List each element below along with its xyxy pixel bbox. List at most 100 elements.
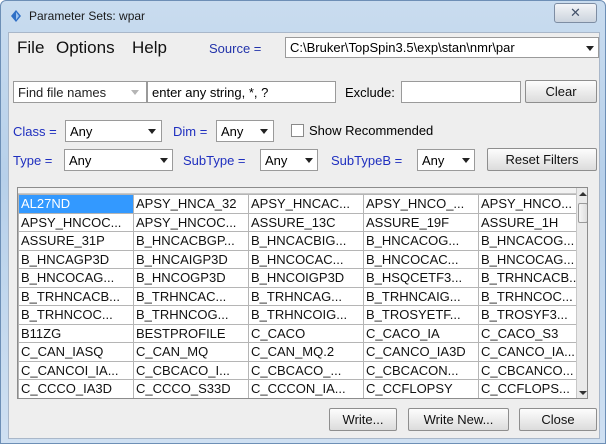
table-row[interactable]: B_TRHNCOC... B_TRHNCOG... B_TRHNCOIG... B_T… — [18, 305, 587, 325]
table-cell[interactable]: B_HNCAIGP3D — [133, 249, 249, 269]
window-close-button[interactable]: ✕ — [554, 3, 597, 23]
vertical-scrollbar[interactable] — [576, 188, 587, 398]
table-row[interactable]: ASSURE_31P B_HNCACBGP... B_HNCACBIG... B_HN… — [18, 231, 587, 251]
table-row[interactable]: C_CAN_IASQ C_CAN_MQ C_CAN_MQ.2 C_CANCO_IA3D… — [18, 342, 587, 362]
scroll-down-icon[interactable] — [579, 391, 587, 395]
subtypeb-select[interactable]: Any — [417, 149, 475, 171]
table-cell[interactable]: BESTPROFILE — [133, 323, 249, 343]
table-cell[interactable]: ASSURE_13C — [248, 212, 364, 232]
menu-bar: File Options Help Source = C:\Bruker\Top… — [9, 33, 599, 60]
close-button[interactable]: Close — [519, 408, 597, 431]
table-cell[interactable]: C_CCCON_IA... — [248, 379, 364, 398]
table-cell[interactable]: B_TROSYF3... — [478, 305, 587, 325]
table-cell[interactable]: C_CBCACO_I... — [133, 360, 249, 380]
table-cell[interactable]: B_TRHNCOIG... — [248, 305, 364, 325]
table-cell[interactable]: ASSURE_31P — [18, 231, 134, 251]
table-cell[interactable]: B_HSQCETF3... — [363, 268, 479, 288]
table-cell[interactable]: APSY_HNCO_... — [363, 194, 479, 214]
table-cell[interactable]: C_CAN_MQ — [133, 342, 249, 362]
table-cell[interactable]: B_HNCACBGP... — [133, 231, 249, 251]
table-cell[interactable]: B_TRHNCOC... — [18, 305, 134, 325]
table-cell[interactable]: C_CACO_S3 — [478, 323, 587, 343]
show-recommended-label: Show Recommended — [309, 123, 434, 138]
source-label: Source = — [209, 41, 262, 56]
table-cell[interactable]: C_CANCO_IA3D — [363, 342, 479, 362]
dim-select[interactable]: Any — [216, 120, 274, 142]
close-icon: ✕ — [570, 5, 581, 20]
table-row[interactable]: B_HNCOCAG... B_HNCOGP3D B_HNCOIGP3D B_HSQCE… — [18, 268, 587, 288]
search-placeholder: enter any string, *, ? — [152, 85, 269, 100]
show-recommended-checkbox[interactable] — [291, 124, 304, 137]
table-cell[interactable]: APSY_HNCA_32 — [133, 194, 249, 214]
table-cell[interactable]: C_CCCO_S33D — [133, 379, 249, 398]
table-cell[interactable]: ASSURE_1H — [478, 212, 587, 232]
table-cell[interactable]: B_HNCOCAG... — [18, 268, 134, 288]
table-cell[interactable]: B_HNCACOG... — [478, 231, 587, 251]
table-cell[interactable]: C_CAN_IASQ — [18, 342, 134, 362]
table-cell[interactable]: APSY_HNCO... — [478, 194, 587, 214]
table-cell[interactable]: B_HNCACOG... — [363, 231, 479, 251]
menu-file[interactable]: File — [17, 38, 44, 58]
table-cell[interactable]: C_CCFLOPSY — [363, 379, 479, 398]
table-cell[interactable]: C_CANCOI_IA... — [18, 360, 134, 380]
table-cell[interactable]: B_TRHNCACB... — [18, 286, 134, 306]
table-cell[interactable]: C_CANCO_IA... — [478, 342, 587, 362]
table-cell[interactable]: B_HNCOGP3D — [133, 268, 249, 288]
table-cell[interactable]: C_CCCO_IA3D — [18, 379, 134, 398]
table-cell[interactable]: B_TRHNCAIG... — [363, 286, 479, 306]
exclude-input[interactable] — [401, 81, 521, 103]
table-cell[interactable]: B_HNCACBIG... — [248, 231, 364, 251]
source-value: C:\Bruker\TopSpin3.5\exp\stan\nmr\par — [290, 40, 515, 55]
chevron-down-icon — [160, 158, 168, 163]
table-row[interactable]: AL27ND APSY_HNCA_32 APSY_HNCAC... APSY_HNCO… — [18, 194, 587, 214]
table-row[interactable]: B_TRHNCACB... B_TRHNCAC... B_TRHNCAG... B_T… — [18, 286, 587, 306]
window-frame: Parameter Sets: wpar ✕ File Options Help… — [0, 0, 606, 444]
table-row[interactable]: B11ZG BESTPROFILE C_CACO C_CACO_IA C_CACO_S3 — [18, 323, 587, 343]
class-select[interactable]: Any — [65, 120, 162, 142]
table-cell[interactable]: APSY_HNCAC... — [248, 194, 364, 214]
table-cell[interactable]: B_TRHNCACB... — [478, 268, 587, 288]
table-cell[interactable]: C_CCFLOPS... — [478, 379, 587, 398]
table-row[interactable]: APSY_HNCOC... APSY_HNCOC... ASSURE_13C ASSU… — [18, 212, 587, 232]
table-cell[interactable]: C_CAN_MQ.2 — [248, 342, 364, 362]
chevron-down-icon — [305, 158, 313, 163]
search-mode-select[interactable]: Find file names — [13, 81, 147, 103]
table-cell[interactable]: B_TRHNCAC... — [133, 286, 249, 306]
table-cell[interactable]: C_CBCACON... — [363, 360, 479, 380]
reset-filters-button[interactable]: Reset Filters — [487, 148, 597, 171]
table-cell[interactable]: ASSURE_19F — [363, 212, 479, 232]
table-cell[interactable]: B_TROSYETF... — [363, 305, 479, 325]
parameter-set-table: AL27ND APSY_HNCA_32 APSY_HNCAC... APSY_HNCO… — [17, 187, 588, 399]
clear-button[interactable]: Clear — [525, 80, 597, 103]
table-cell[interactable]: B11ZG — [18, 323, 134, 343]
menu-options[interactable]: Options — [56, 38, 115, 58]
table-cell[interactable]: B_HNCOCAC... — [248, 249, 364, 269]
source-select[interactable]: C:\Bruker\TopSpin3.5\exp\stan\nmr\par — [285, 37, 599, 58]
table-cell[interactable]: AL27ND — [18, 194, 134, 214]
table-cell[interactable]: B_TRHNCOG... — [133, 305, 249, 325]
table-cell[interactable]: B_TRHNCAG... — [248, 286, 364, 306]
table-row[interactable]: C_CANCOI_IA... C_CBCACO_I... C_CBCACO_... C… — [18, 360, 587, 380]
table-cell[interactable]: APSY_HNCOC... — [18, 212, 134, 232]
table-row[interactable]: C_CCCO_IA3D C_CCCO_S33D C_CCCON_IA... C_CCF… — [18, 379, 587, 398]
table-cell[interactable]: C_CBCANCO... — [478, 360, 587, 380]
table-cell[interactable]: B_HNCOCAG... — [478, 249, 587, 269]
table-cell[interactable]: B_HNCOIGP3D — [248, 268, 364, 288]
write-new-button[interactable]: Write New... — [408, 408, 509, 431]
subtype-select[interactable]: Any — [260, 149, 318, 171]
table-cell[interactable]: B_TRHNCOC... — [478, 286, 587, 306]
table-cell[interactable]: APSY_HNCOC... — [133, 212, 249, 232]
menu-help[interactable]: Help — [132, 38, 167, 58]
write-button[interactable]: Write... — [329, 408, 397, 431]
table-cell[interactable]: C_CACO_IA — [363, 323, 479, 343]
scrollbar-thumb[interactable] — [578, 203, 587, 223]
app-icon — [11, 10, 21, 22]
search-input[interactable]: enter any string, *, ? — [147, 81, 336, 103]
table-row[interactable]: B_HNCAGP3D B_HNCAIGP3D B_HNCOCAC... B_HNCOC… — [18, 249, 587, 269]
table-cell[interactable]: C_CBCACO_... — [248, 360, 364, 380]
table-cell[interactable]: B_HNCAGP3D — [18, 249, 134, 269]
table-cell[interactable]: B_HNCOCAC... — [363, 249, 479, 269]
type-select[interactable]: Any — [64, 149, 173, 171]
scroll-up-icon[interactable] — [579, 192, 587, 196]
table-cell[interactable]: C_CACO — [248, 323, 364, 343]
